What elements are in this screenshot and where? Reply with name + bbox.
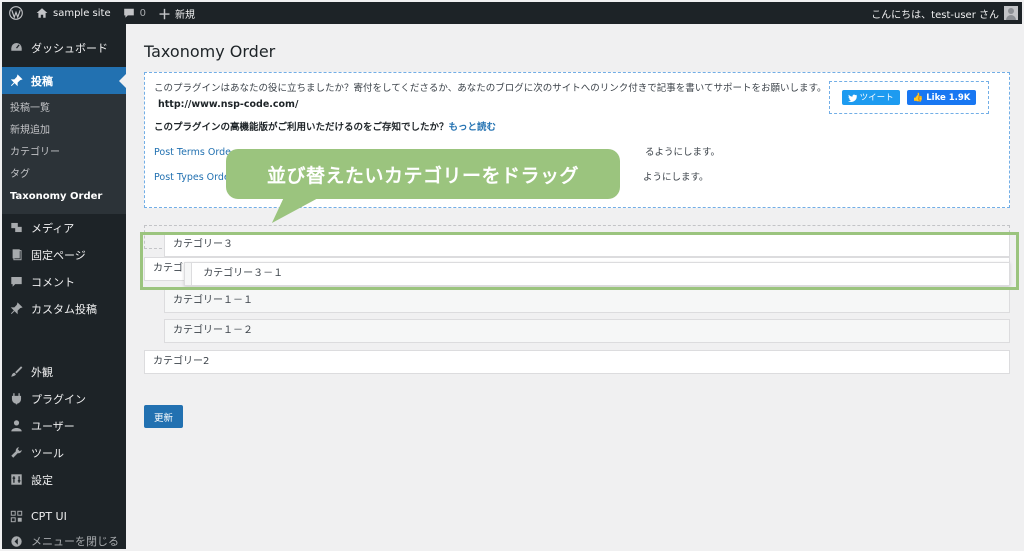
pin-icon: [8, 301, 24, 317]
menu-label: コメント: [31, 275, 75, 289]
site-name: sample site: [53, 7, 111, 19]
plus-icon: ＋: [157, 7, 171, 23]
post-terms-order-link[interactable]: Post Terms Orde: [154, 147, 231, 158]
menu-label: ユーザー: [31, 419, 75, 433]
wordpress-logo-icon[interactable]: [2, 2, 30, 24]
menu-label: 固定ページ: [31, 248, 86, 262]
comments-link[interactable]: 0: [117, 2, 152, 24]
menu-cpt-ui[interactable]: CPT UI: [2, 503, 126, 530]
brush-icon: [8, 364, 24, 380]
menu-label: メディア: [31, 221, 75, 235]
menu-appearance[interactable]: 外観: [2, 358, 126, 385]
annotation-tooltip: 並び替えたいカテゴリーをドラッグ: [226, 149, 620, 199]
like-label: Like 1.9K: [926, 92, 971, 103]
menu-label: ツール: [31, 446, 64, 460]
donation-text: このプラグインはあなたの役に立ちましたか？寄付をしてくださるか、あなたのブログに…: [154, 81, 834, 113]
pro-version-text: このプラグインの高機能版がご利用いただけるのをご存知でしたか？もっと読む: [154, 120, 1000, 136]
tweet-label: ツイート: [859, 92, 894, 103]
menu-tools[interactable]: ツール: [2, 439, 126, 466]
post-types-order-desc: ようにします。: [643, 172, 709, 183]
category-label: カテゴリー１－２: [173, 325, 253, 336]
pro-message: このプラグインの高機能版がご利用いただけるのをご存知でしたか？: [154, 122, 449, 133]
update-button[interactable]: 更新: [144, 405, 184, 428]
submenu-add-new[interactable]: 新規追加: [2, 120, 126, 142]
menu-settings[interactable]: 設定: [2, 466, 126, 493]
category-row-1-1[interactable]: カテゴリー１－１: [164, 289, 1010, 313]
page-icon: [8, 247, 24, 263]
thumbs-up-icon: 👍: [912, 92, 924, 103]
menu-label: 設定: [31, 473, 53, 487]
category-row-1-2[interactable]: カテゴリー１－２: [164, 319, 1010, 343]
post-terms-order-desc: るようにします。: [645, 147, 721, 158]
dashboard-icon: [8, 40, 24, 56]
menu-plugins[interactable]: プラグイン: [2, 385, 126, 412]
submenu-tags[interactable]: タグ: [2, 164, 126, 186]
new-content-link[interactable]: ＋ 新規: [152, 2, 201, 24]
pin-icon: [8, 73, 24, 89]
category-row-2[interactable]: カテゴリー2: [144, 350, 1010, 374]
menu-label: 外観: [31, 365, 53, 379]
menu-users[interactable]: ユーザー: [2, 412, 126, 439]
menu-pages[interactable]: 固定ページ: [2, 241, 126, 268]
menu-comments[interactable]: コメント: [2, 268, 126, 295]
share-box: ツイート 👍 Like 1.9K: [829, 81, 989, 114]
wrench-icon: [8, 445, 24, 461]
twitter-bird-icon: [847, 94, 857, 102]
submenu-categories[interactable]: カテゴリー: [2, 142, 126, 164]
menu-label: ダッシュボード: [31, 41, 108, 55]
comment-icon: [8, 274, 24, 290]
facebook-like-button[interactable]: 👍 Like 1.9K: [906, 90, 977, 105]
greeting: こんにちは、test-user さん: [871, 9, 999, 21]
donation-message: このプラグインはあなたの役に立ちましたか？寄付をしてくださるか、あなたのブログに…: [154, 83, 827, 94]
site-name-link[interactable]: sample site: [30, 2, 117, 24]
comment-bubble-icon: [123, 8, 134, 18]
new-label: 新規: [175, 9, 195, 21]
category-label: カテゴリー2: [153, 356, 210, 367]
menu-label: 投稿: [31, 74, 53, 88]
menu-label: プラグイン: [31, 392, 86, 406]
posts-submenu: 投稿一覧 新規追加 カテゴリー タグ Taxonomy Order: [2, 94, 126, 214]
grid-icon: [8, 509, 24, 525]
admin-bar: sample site 0 ＋ 新規 こんにちは、test-user さん: [2, 2, 1022, 24]
home-icon: [36, 8, 48, 18]
user-icon: [8, 418, 24, 434]
page-title: Taxonomy Order: [144, 42, 276, 61]
submenu-taxonomy-order[interactable]: Taxonomy Order: [2, 186, 126, 208]
avatar: [1004, 6, 1018, 20]
media-icon: [8, 220, 24, 236]
menu-media[interactable]: メディア: [2, 214, 126, 241]
post-types-order-link[interactable]: Post Types Orde: [154, 172, 230, 183]
tweet-button[interactable]: ツイート: [841, 90, 900, 105]
drag-highlight-frame: [140, 232, 1019, 290]
menu-label: CPT UI: [31, 510, 67, 523]
menu-collapse[interactable]: メニューを閉じる: [2, 530, 126, 549]
collapse-icon: [8, 533, 24, 549]
menu-label: カスタム投稿: [31, 302, 97, 316]
menu-custom-posts[interactable]: カスタム投稿: [2, 295, 126, 322]
category-label: カテゴリー１－１: [173, 295, 253, 306]
my-account-link[interactable]: こんにちは、test-user さん: [865, 2, 1022, 24]
menu-label: メニューを閉じる: [31, 535, 119, 548]
comments-count: 0: [139, 7, 146, 19]
plugin-icon: [8, 391, 24, 407]
menu-dashboard[interactable]: ダッシュボード: [2, 34, 126, 61]
plugin-url: http://www.nsp-code.com/: [158, 99, 299, 110]
admin-sidebar: ダッシュボード 投稿 投稿一覧 新規追加 カテゴリー タグ Taxonomy O…: [2, 24, 126, 549]
submenu-all-posts[interactable]: 投稿一覧: [2, 98, 126, 120]
menu-posts[interactable]: 投稿: [2, 67, 126, 94]
read-more-link[interactable]: もっと読む: [449, 122, 497, 133]
settings-icon: [8, 472, 24, 488]
